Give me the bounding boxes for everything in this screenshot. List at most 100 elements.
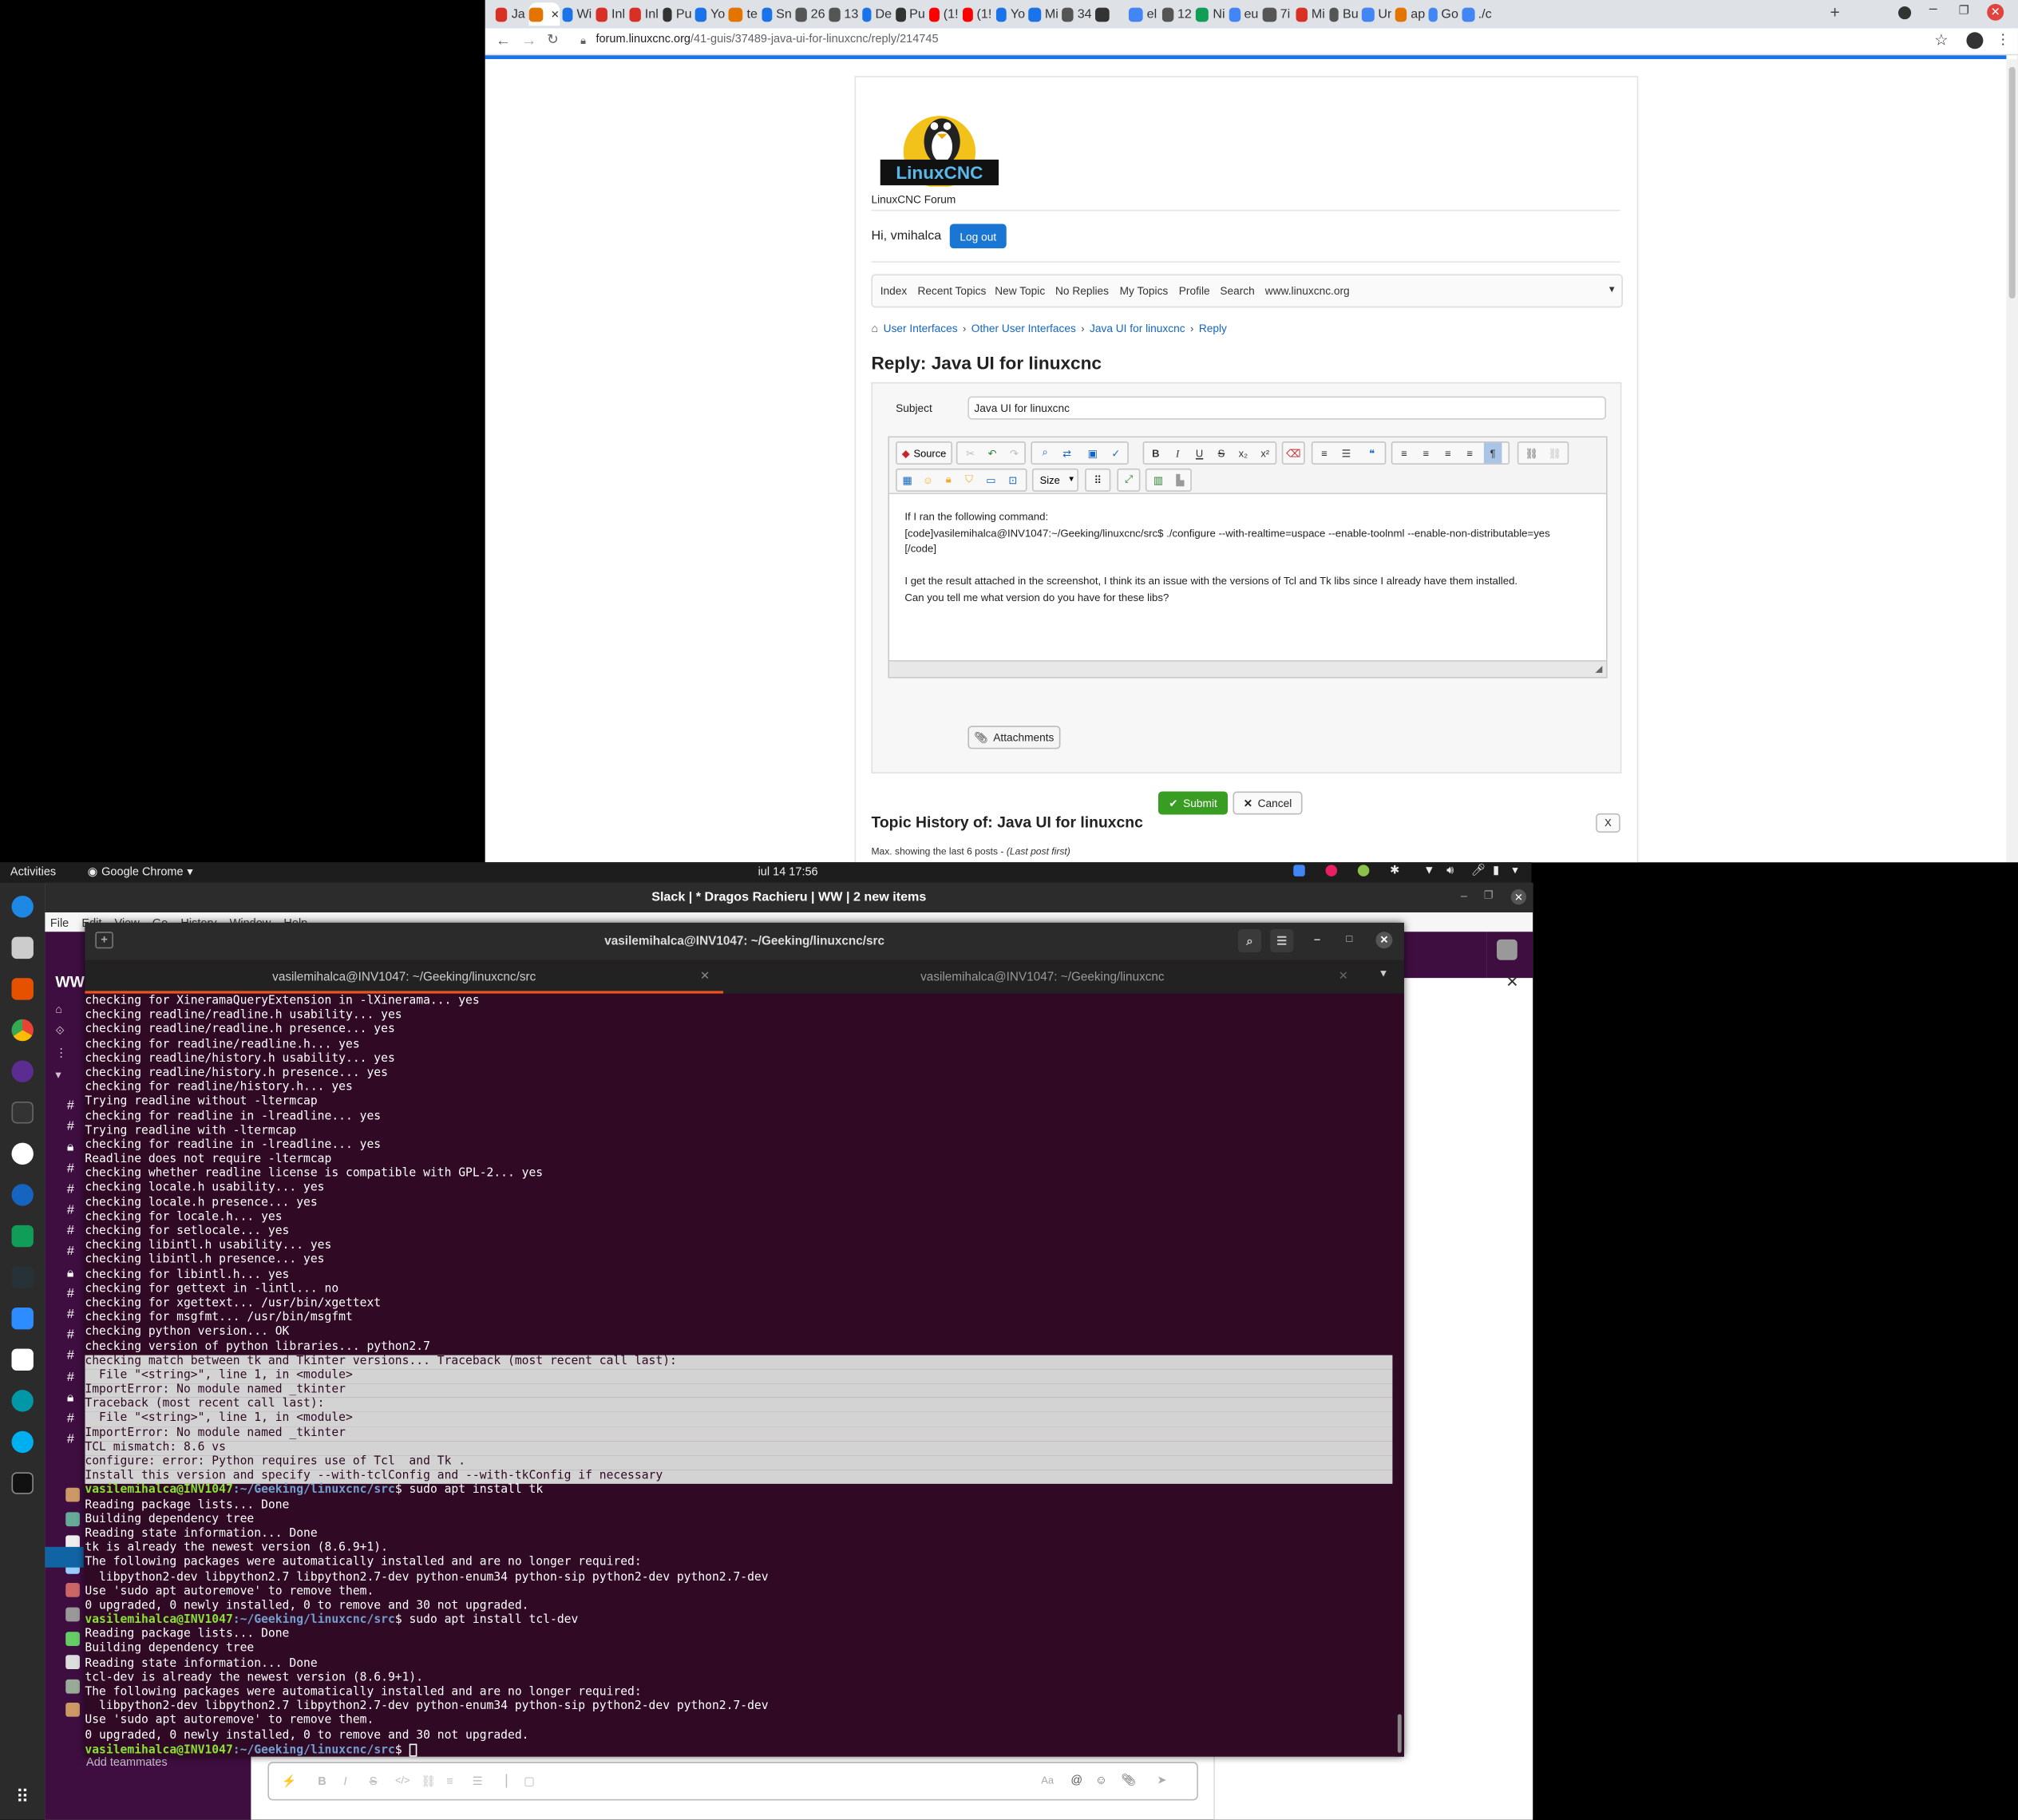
maximize-icon[interactable]: ⤢ (1120, 469, 1138, 490)
resize-handle-icon[interactable]: ◢ (1595, 664, 1602, 675)
hamburger-menu-icon[interactable]: ☰ (1270, 929, 1294, 953)
address-bar[interactable]: forum.linuxcnc.org/41-guis/37489-java-ui… (596, 32, 938, 45)
code-icon[interactable]: </> (395, 1774, 410, 1786)
map-icon[interactable]: ⊡ (1004, 469, 1023, 490)
channel-icon[interactable]: # (67, 1370, 74, 1384)
emoji-icon[interactable]: ☺ (1095, 1774, 1107, 1786)
bold-icon[interactable]: B (1146, 443, 1165, 464)
close-tab-icon[interactable]: ✕ (700, 969, 710, 983)
bold-icon[interactable]: B (318, 1774, 326, 1787)
crumb-user-interfaces[interactable]: User Interfaces (884, 322, 958, 334)
search-icon[interactable]: ⌕ (1237, 929, 1261, 953)
terminal-scrollbar[interactable] (1395, 993, 1404, 1757)
blockquote-icon[interactable]: ❝ (1363, 443, 1381, 464)
align-left-icon[interactable]: ≡ (1395, 443, 1414, 464)
unlink-icon[interactable]: ⛓ (1545, 443, 1564, 464)
browser-tab[interactable]: Yo (995, 2, 1025, 26)
channel-icon[interactable]: # (67, 1433, 74, 1447)
undo-icon[interactable]: ↶ (983, 443, 1002, 464)
shield-icon[interactable]: ⛉ (960, 469, 979, 490)
clock[interactable]: iul 14 17:56 (758, 864, 818, 877)
sidebar-nav-icon[interactable]: ⋮ (55, 1046, 67, 1061)
close-tab-icon[interactable]: ✕ (1339, 969, 1348, 983)
browser-tab[interactable]: ap (1395, 2, 1425, 26)
browser-tab[interactable]: te (728, 2, 758, 26)
submit-button[interactable]: ✔ Submit (1157, 791, 1229, 815)
channel-icon[interactable]: # (67, 1412, 74, 1426)
attachments-button[interactable]: 📎︎ Attachments (967, 726, 1061, 750)
browser-tab[interactable]: 13 (829, 2, 858, 26)
slack-tray-icon[interactable]: ✱ (1390, 864, 1399, 878)
close-window-icon[interactable]: ✕ (1987, 3, 2004, 21)
editor-content[interactable]: If I ran the following command: [code]va… (904, 509, 1600, 606)
skype-icon[interactable] (11, 1430, 34, 1454)
channel-icon[interactable]: # (67, 1161, 74, 1176)
sidebar-nav-icon[interactable]: ⟐ (55, 1024, 64, 1039)
bullet-list-icon[interactable]: ☰ (473, 1774, 483, 1789)
wifi-icon[interactable]: ▼ (1423, 864, 1434, 876)
nav-new-topic[interactable]: New Topic (995, 275, 1045, 307)
tab-linuxcnc[interactable]: vasilemihalca@INV1047: ~/Geeking/linuxcn… (723, 960, 1362, 994)
browser-tab[interactable]: Inl (595, 2, 625, 26)
hangouts-icon[interactable] (11, 1225, 34, 1248)
italic-icon[interactable]: I (343, 1774, 346, 1787)
nav-no-replies[interactable]: No Replies (1055, 275, 1109, 307)
table-icon[interactable]: ▥ (1149, 469, 1168, 490)
avatar[interactable] (65, 1631, 80, 1646)
color-picker[interactable]: ⠿ (1085, 468, 1111, 492)
terminal-icon[interactable] (11, 1102, 34, 1124)
home-icon[interactable]: ⌂ (871, 322, 878, 334)
app-icon[interactable] (11, 1390, 34, 1412)
align-right-icon[interactable]: ≡ (1438, 443, 1457, 464)
zoom-icon[interactable] (11, 1307, 34, 1330)
close-icon[interactable]: ✕ (1375, 932, 1393, 949)
channel-icon[interactable]: # (67, 1349, 74, 1363)
scroll-thumb[interactable] (1397, 1714, 1402, 1753)
codeblock-icon[interactable]: ▢ (524, 1774, 535, 1789)
linuxcnc-logo[interactable]: LinuxCNC (875, 103, 1003, 188)
channel-icon[interactable]: # (67, 1287, 74, 1301)
scroll-thumb[interactable] (2008, 66, 2016, 299)
thunderbird-icon[interactable] (11, 896, 34, 918)
tab-src[interactable]: vasilemihalca@INV1047: ~/Geeking/linuxcn… (85, 960, 724, 994)
avatar[interactable] (65, 1511, 80, 1526)
browser-tab[interactable]: 12 (1161, 2, 1192, 26)
size-select[interactable]: Size ▼ (1031, 468, 1079, 492)
align-center-icon[interactable]: ≡ (1417, 443, 1435, 464)
system-menu-icon[interactable]: ▾ (1512, 864, 1517, 878)
browser-tab[interactable]: 34 (1062, 2, 1092, 26)
channel-icon[interactable]: 🔒︎ (67, 1266, 74, 1280)
restore-icon[interactable]: ❐ (1484, 889, 1494, 901)
zoom-tray-icon[interactable] (1293, 864, 1305, 876)
lock-icon[interactable]: 🔒︎ (940, 469, 958, 490)
menu-file[interactable]: File (50, 916, 69, 928)
image-icon[interactable]: ▦ (898, 469, 916, 490)
terminal-output[interactable]: checking for XineramaQueryExtension in -… (85, 994, 1395, 1757)
browser-tab[interactable]: Go (1428, 2, 1458, 26)
workspace-name[interactable]: WW (55, 973, 85, 991)
avatar[interactable] (1496, 939, 1517, 960)
underline-icon[interactable]: U (1190, 443, 1209, 464)
replace-icon[interactable]: ⇄ (1058, 443, 1076, 464)
browser-tab[interactable]: Inl (628, 2, 659, 26)
browser-tab[interactable]: ./c (1462, 2, 1492, 26)
avatar[interactable] (65, 1607, 80, 1622)
browser-tab[interactable]: eu (1229, 2, 1258, 26)
selected-dm[interactable] (45, 1546, 84, 1568)
close-icon[interactable]: ✕ (1510, 889, 1527, 905)
app-icon[interactable] (11, 1142, 34, 1165)
history-close-button[interactable]: X (1596, 813, 1620, 833)
tabs-dropdown-icon[interactable]: ▼ (1379, 967, 1389, 979)
nav-recent-topics[interactable]: Recent Topics (917, 275, 986, 307)
channel-icon[interactable]: # (67, 1328, 74, 1343)
channel-icon[interactable]: 🔒︎ (67, 1141, 74, 1155)
shortcuts-icon[interactable]: ⚡ (282, 1774, 296, 1789)
format-icon[interactable]: Aa (1041, 1774, 1054, 1786)
minimize-icon[interactable]: – (1314, 933, 1320, 946)
browser-tab[interactable]: Pu (895, 2, 925, 26)
files-icon[interactable] (11, 936, 34, 959)
cut-icon[interactable]: ✂ (961, 443, 979, 464)
chart-icon[interactable]: ▙ (1171, 469, 1189, 490)
channel-icon[interactable]: # (67, 1245, 74, 1260)
tray-icon[interactable] (1325, 864, 1338, 876)
